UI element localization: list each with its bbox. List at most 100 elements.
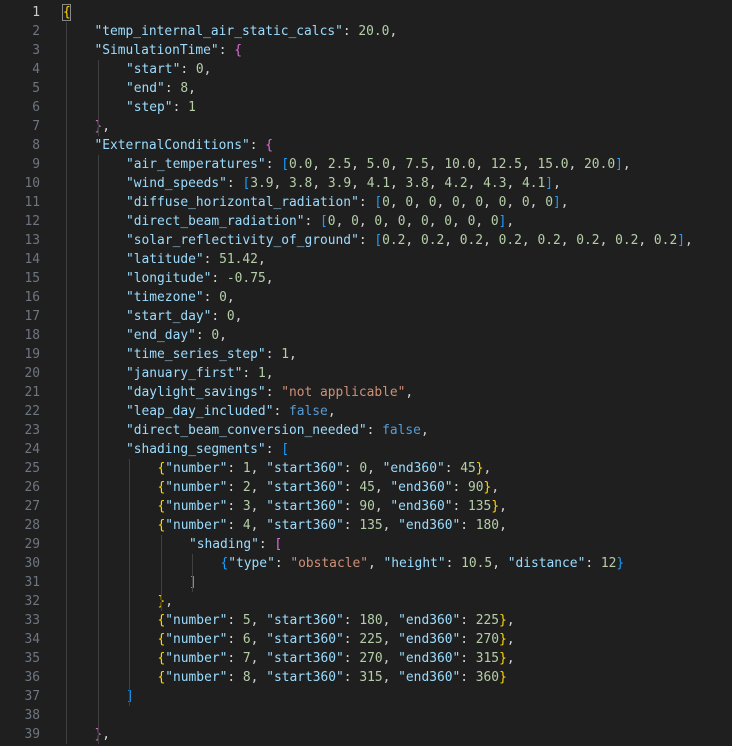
code-token: "number" <box>165 461 228 476</box>
code-token: 20.0 <box>358 24 390 39</box>
code-token: "time_series_step" <box>126 347 266 362</box>
code-line: {"number": 5, "start360": 180, "end360":… <box>158 611 515 630</box>
code-token: 1 <box>188 100 196 115</box>
code-line: "latitude": 51.42, <box>126 250 266 269</box>
code-token: , <box>506 632 515 647</box>
code-token: 10.5 <box>461 556 493 571</box>
indent-guide <box>66 22 67 744</box>
code-token: "number" <box>165 499 228 514</box>
code-token: "ExternalConditions" <box>94 138 250 153</box>
code-token: 4 <box>242 518 251 533</box>
code-token: "number" <box>165 651 228 666</box>
code-token: , <box>521 233 538 248</box>
code-token: : <box>265 385 282 400</box>
code-line: "end": 8, <box>126 79 196 98</box>
code-token: "height" <box>383 556 446 571</box>
code-token: 15.0 <box>537 157 569 172</box>
code-token: 0 <box>475 195 484 210</box>
code-token: : <box>164 81 181 96</box>
code-token: "latitude" <box>126 252 204 267</box>
code-token: "number" <box>165 518 228 533</box>
code-token: : <box>452 480 469 495</box>
code-token: } <box>499 670 507 685</box>
code-token: , <box>452 214 468 229</box>
code-token: 1 <box>242 461 251 476</box>
line-number: 38 <box>24 708 40 723</box>
code-token: : <box>265 442 282 457</box>
code-token: , <box>102 119 111 134</box>
code-token: 0 <box>382 195 390 210</box>
line-number: 33 <box>24 613 40 628</box>
line-number: 24 <box>24 442 40 457</box>
code-token: , <box>420 423 429 438</box>
code-token: 10.0 <box>444 157 476 172</box>
code-token: : <box>249 138 266 153</box>
line-number: 30 <box>24 556 40 571</box>
code-token: "january_first" <box>126 366 243 381</box>
code-token: : <box>265 157 282 172</box>
code-token: 0 <box>374 214 383 229</box>
code-editor[interactable]: 1 2 3 4 5 6 7 8 9 10 11 12 13 14 15 16 17 18 19 20 21 22 23 24 2… <box>0 0 732 746</box>
code-token: 8 <box>242 670 251 685</box>
code-token: "start_day" <box>126 309 212 324</box>
code-token: 0 <box>420 214 429 229</box>
code-token: "number" <box>165 632 228 647</box>
code-token: , <box>312 157 328 172</box>
code-token: "leap_day_included" <box>126 404 274 419</box>
code-token: 3 <box>242 499 251 514</box>
code-token: , <box>382 651 399 666</box>
code-token: { <box>234 43 242 58</box>
code-token: : <box>452 499 469 514</box>
code-line: "start_day": 0, <box>126 307 242 326</box>
code-token: , <box>226 290 235 305</box>
code-token: : <box>343 518 360 533</box>
code-token: , <box>467 176 484 191</box>
line-number: 22 <box>24 404 40 419</box>
code-token: 45 <box>460 461 476 476</box>
code-token: "end360" <box>390 480 453 495</box>
code-token: , <box>351 157 367 172</box>
code-token: , <box>165 594 174 609</box>
code-area[interactable]: {"temp_internal_air_static_calcs": 20.0,… <box>62 0 732 746</box>
code-token: } <box>616 556 625 571</box>
code-token: , <box>492 556 508 571</box>
code-line: "SimulationTime": { <box>95 41 242 60</box>
code-token: : <box>343 499 360 514</box>
code-token: , <box>374 499 391 514</box>
code-line: "ExternalConditions": { <box>95 136 274 155</box>
code-token: 0 <box>195 62 204 77</box>
code-token: , <box>444 233 460 248</box>
code-token: "distance" <box>507 556 586 571</box>
code-token: 315 <box>359 670 383 685</box>
code-token: 0 <box>452 195 460 210</box>
code-token: , <box>374 480 391 495</box>
code-line: "diffuse_horizontal_radiation": [0, 0, 0… <box>126 193 569 212</box>
code-token: 45 <box>359 480 375 495</box>
code-token: 4.1 <box>366 176 390 191</box>
code-token: , <box>102 727 111 742</box>
code-token: , <box>367 556 384 571</box>
code-token: , <box>250 613 267 628</box>
code-token: : <box>258 537 275 552</box>
code-token: , <box>250 632 267 647</box>
code-token: "start360" <box>266 461 344 476</box>
code-token: 135 <box>468 499 492 514</box>
code-token: : <box>203 290 220 305</box>
code-token: 225 <box>359 632 383 647</box>
line-number: 27 <box>24 499 40 514</box>
code-token: "shading_segments" <box>126 442 266 457</box>
code-token: 5 <box>242 613 251 628</box>
code-token: , <box>250 651 267 666</box>
code-token: } <box>499 613 507 628</box>
code-token: 135 <box>359 518 383 533</box>
code-token: , <box>367 461 383 476</box>
code-token: : <box>172 100 189 115</box>
code-token: "not applicable" <box>281 385 406 400</box>
code-line: "direct_beam_radiation": [0, 0, 0, 0, 0,… <box>126 212 514 231</box>
line-number: 18 <box>24 328 40 343</box>
code-token: [ <box>320 214 328 229</box>
code-token: "end360" <box>398 670 461 685</box>
code-token: 8 <box>180 81 189 96</box>
code-token: 0.0 <box>289 157 313 172</box>
code-token: 0.2 <box>459 233 484 248</box>
